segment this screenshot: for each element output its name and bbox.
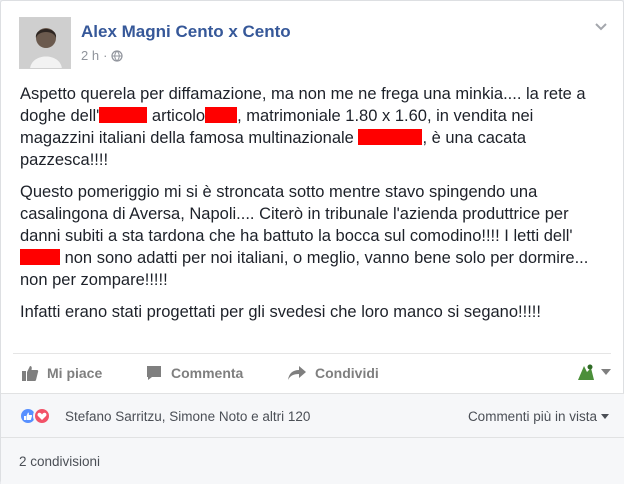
post-text-segment: articolo: [147, 107, 206, 125]
share-button[interactable]: Condividi: [287, 364, 379, 382]
redaction-box: [99, 107, 148, 123]
post-text-segment: Infatti erano stati progettati per gli s…: [20, 303, 541, 321]
reaction-icons[interactable]: [19, 407, 63, 425]
post-paragraph: Infatti erano stati progettati per gli s…: [20, 301, 610, 323]
like-label: Mi piace: [47, 365, 103, 381]
author-name[interactable]: Alex Magni Cento x Cento: [81, 22, 291, 42]
redaction-box: [205, 107, 238, 123]
chevron-down-icon[interactable]: [593, 21, 609, 33]
avatar[interactable]: [19, 17, 71, 69]
shares-row: 2 condivisioni: [1, 437, 624, 484]
like-button[interactable]: Mi piace: [21, 364, 102, 382]
redaction-box: [20, 249, 60, 265]
post-card: Alex Magni Cento x Cento 2 h · Aspetto q…: [0, 0, 624, 484]
comment-label: Commenta: [171, 365, 244, 381]
meta-separator: ·: [103, 48, 108, 63]
post-paragraph: Questo pomeriggio mi si è stroncata sott…: [20, 181, 610, 291]
globe-icon: [111, 49, 124, 62]
action-bar: Mi piace Commenta Condividi: [13, 353, 611, 393]
post-timestamp[interactable]: 2 h: [81, 48, 99, 63]
chevron-down-icon: [601, 414, 609, 419]
comment-icon: [147, 366, 161, 380]
post-body: Aspetto querela per diffamazione, ma non…: [20, 83, 610, 333]
reactions-summary: Stefano Sarritzu, Simone Noto e altri 12…: [1, 393, 624, 437]
post-text-segment: non sono adatti per noi italiani, o megl…: [20, 249, 589, 289]
shares-count[interactable]: 2 condivisioni: [19, 454, 100, 469]
redaction-box: [358, 129, 423, 145]
sort-label: Commenti più in vista: [467, 409, 597, 424]
post-header: Alex Magni Cento x Cento 2 h ·: [19, 17, 609, 69]
reactors-text[interactable]: Stefano Sarritzu, Simone Noto e altri 12…: [65, 409, 310, 424]
reaction-selector-icon[interactable]: [575, 362, 611, 382]
share-label: Condividi: [315, 365, 379, 381]
post-meta: 2 h ·: [81, 48, 124, 63]
love-reaction-icon: [33, 407, 51, 425]
post-paragraph: Aspetto querela per diffamazione, ma non…: [20, 83, 610, 171]
share-arrow-icon: [288, 366, 306, 380]
post-text-segment: Questo pomeriggio mi si è stroncata sott…: [20, 183, 573, 245]
comment-button[interactable]: Commenta: [145, 364, 243, 382]
comments-sort-dropdown[interactable]: Commenti più in vista: [468, 409, 609, 424]
thumbs-up-icon: [22, 366, 39, 381]
